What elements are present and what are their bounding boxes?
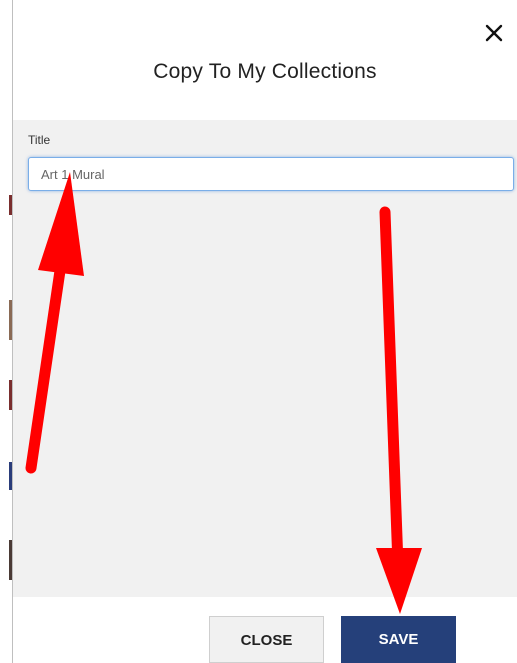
title-field-label: Title (28, 133, 51, 147)
dialog-footer: CLOSE SAVE (13, 597, 517, 663)
background-stripe (9, 380, 12, 410)
dialog-header: Copy To My Collections (13, 0, 517, 120)
background-stripe (9, 195, 12, 215)
close-button[interactable]: CLOSE (209, 616, 324, 663)
dialog-title: Copy To My Collections (153, 60, 377, 83)
save-button[interactable]: SAVE (341, 616, 456, 663)
screenshot: Copy To My Collections Title CLOSE SAVE (0, 0, 517, 663)
background-page-edge (0, 0, 13, 663)
background-stripe (9, 462, 12, 490)
background-stripe (9, 540, 12, 580)
copy-to-collections-dialog: Copy To My Collections Title CLOSE SAVE (13, 0, 517, 663)
close-icon[interactable] (481, 20, 507, 46)
background-stripe (9, 300, 12, 340)
title-input[interactable] (28, 157, 514, 191)
dialog-body: Title (13, 120, 517, 597)
